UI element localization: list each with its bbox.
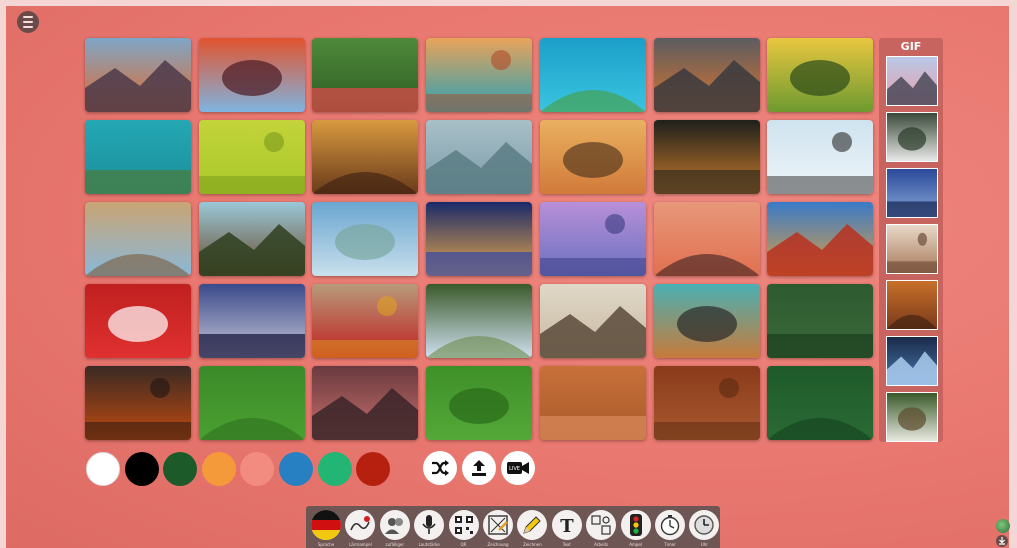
wallpaper-running-track[interactable]	[85, 284, 191, 358]
upload-icon	[472, 460, 486, 476]
wallpaper-statue-of-liberty[interactable]	[312, 202, 419, 276]
upload-button[interactable]	[462, 451, 496, 485]
gif-lighthouse[interactable]	[886, 56, 938, 106]
wallpaper-pagoda-sunset[interactable]	[653, 202, 760, 276]
shuffle-icon	[432, 460, 449, 476]
wallpaper-eiffel-tower[interactable]	[198, 202, 305, 276]
random-name-icon	[379, 510, 410, 540]
gif-panel: GIF	[879, 38, 943, 442]
wallpaper-open-book[interactable]	[426, 284, 533, 358]
gif-rocky-coast[interactable]	[886, 224, 938, 274]
wallpaper-safari-elephants[interactable]	[539, 120, 646, 194]
wallpaper-misty-birds[interactable]	[426, 120, 533, 194]
window-frame-top	[0, 0, 1017, 6]
wallpaper-taj-mahal[interactable]	[539, 202, 646, 276]
wallpaper-sea-turtle[interactable]	[85, 120, 191, 194]
tool-label: Uhr	[700, 542, 708, 547]
color-swatch[interactable]	[124, 452, 159, 486]
wallpaper-antelope-canyon[interactable]	[198, 38, 305, 112]
gif-city-night[interactable]	[886, 280, 938, 330]
wallpaper-horseshoe-bend[interactable]	[426, 38, 533, 112]
color-swatch[interactable]	[317, 452, 352, 486]
download-corner-button[interactable]	[996, 535, 1008, 547]
hamburger-icon	[23, 16, 33, 18]
wallpaper-grass-field[interactable]	[426, 366, 533, 440]
wallpaper-uluru[interactable]	[653, 38, 760, 112]
text-icon: T	[551, 510, 582, 540]
globe-icon[interactable]	[996, 519, 1010, 533]
wallpaper-colosseum[interactable]	[85, 202, 191, 276]
wallpaper-wood-light[interactable]	[539, 366, 646, 440]
wallpaper-sunny-forest-meadow[interactable]	[767, 38, 874, 112]
microphone-icon	[414, 510, 445, 540]
noise-meter-icon	[345, 510, 376, 540]
wallpaper-soccer-field[interactable]	[198, 366, 305, 440]
wallpaper-fox-dark[interactable]	[653, 120, 760, 194]
wallpaper-board-game-pawns[interactable]	[312, 284, 419, 358]
wallpaper-chalkboard-green[interactable]	[767, 284, 874, 358]
color-swatch[interactable]	[279, 452, 313, 486]
timer-icon	[655, 510, 685, 540]
gif-forest-path[interactable]	[886, 112, 938, 162]
wallpaper-yosemite-el-capitan[interactable]	[85, 38, 191, 112]
wallpaper-foggy-forest-sunrise[interactable]	[312, 120, 419, 194]
hamburger-icon-line	[23, 21, 33, 23]
wallpaper-fire-embers[interactable]	[85, 366, 191, 440]
gif-night-beach[interactable]	[886, 168, 938, 218]
live-label: LIVE	[509, 466, 520, 472]
color-swatch[interactable]	[356, 452, 391, 486]
wallpaper-chalkboard-dark-green[interactable]	[767, 366, 874, 440]
gif-panel-title: GIF	[900, 40, 922, 53]
color-swatch[interactable]	[201, 452, 236, 486]
pencil-icon	[517, 510, 548, 540]
live-video-button[interactable]: LIVE	[501, 451, 535, 485]
qr-code-icon	[448, 510, 479, 540]
wallpaper-gradient-dusk[interactable]	[312, 366, 419, 440]
download-icon	[999, 537, 1005, 545]
wallpaper-brandenburg-gate[interactable]	[426, 202, 533, 276]
gif-bridge-night[interactable]	[886, 336, 938, 386]
wallpaper-guitar-neck[interactable]	[539, 284, 646, 358]
german-flag-icon	[311, 510, 341, 540]
wallpaper-green-grapes[interactable]	[198, 120, 305, 194]
tool-clock[interactable]: Uhr	[687, 508, 721, 548]
wallpaper-subway-blue[interactable]	[198, 284, 305, 358]
gif-waterfall[interactable]	[886, 392, 938, 442]
bottom-toolbar: Sprache Lärmampel zufälliger Lautstärke QR Ze…	[306, 506, 720, 548]
wallpaper-colored-pencils[interactable]	[653, 284, 760, 358]
shuffle-button[interactable]	[423, 451, 457, 485]
live-camera-icon: LIVE	[507, 462, 529, 474]
color-swatch[interactable]	[86, 452, 120, 486]
wallpaper-penguins-ice[interactable]	[767, 120, 874, 194]
menu-button[interactable]	[17, 11, 39, 33]
color-swatch[interactable]	[163, 452, 198, 486]
wallpaper-island-aerial[interactable]	[539, 38, 646, 112]
window-frame-left	[0, 0, 6, 548]
wallpaper-flower-meadow[interactable]	[312, 38, 419, 112]
wallpaper-golden-gate[interactable]	[767, 202, 874, 276]
work-symbols-icon	[586, 510, 617, 540]
wallpaper-wood-brick[interactable]	[653, 366, 760, 440]
wallpaper-grid	[85, 38, 874, 444]
svg-text:T: T	[560, 516, 574, 535]
traffic-light-icon	[620, 510, 651, 540]
clock-icon	[689, 510, 720, 540]
drawing-icon	[483, 510, 513, 540]
window-frame-right	[1009, 0, 1017, 548]
hamburger-icon-line	[23, 26, 33, 28]
